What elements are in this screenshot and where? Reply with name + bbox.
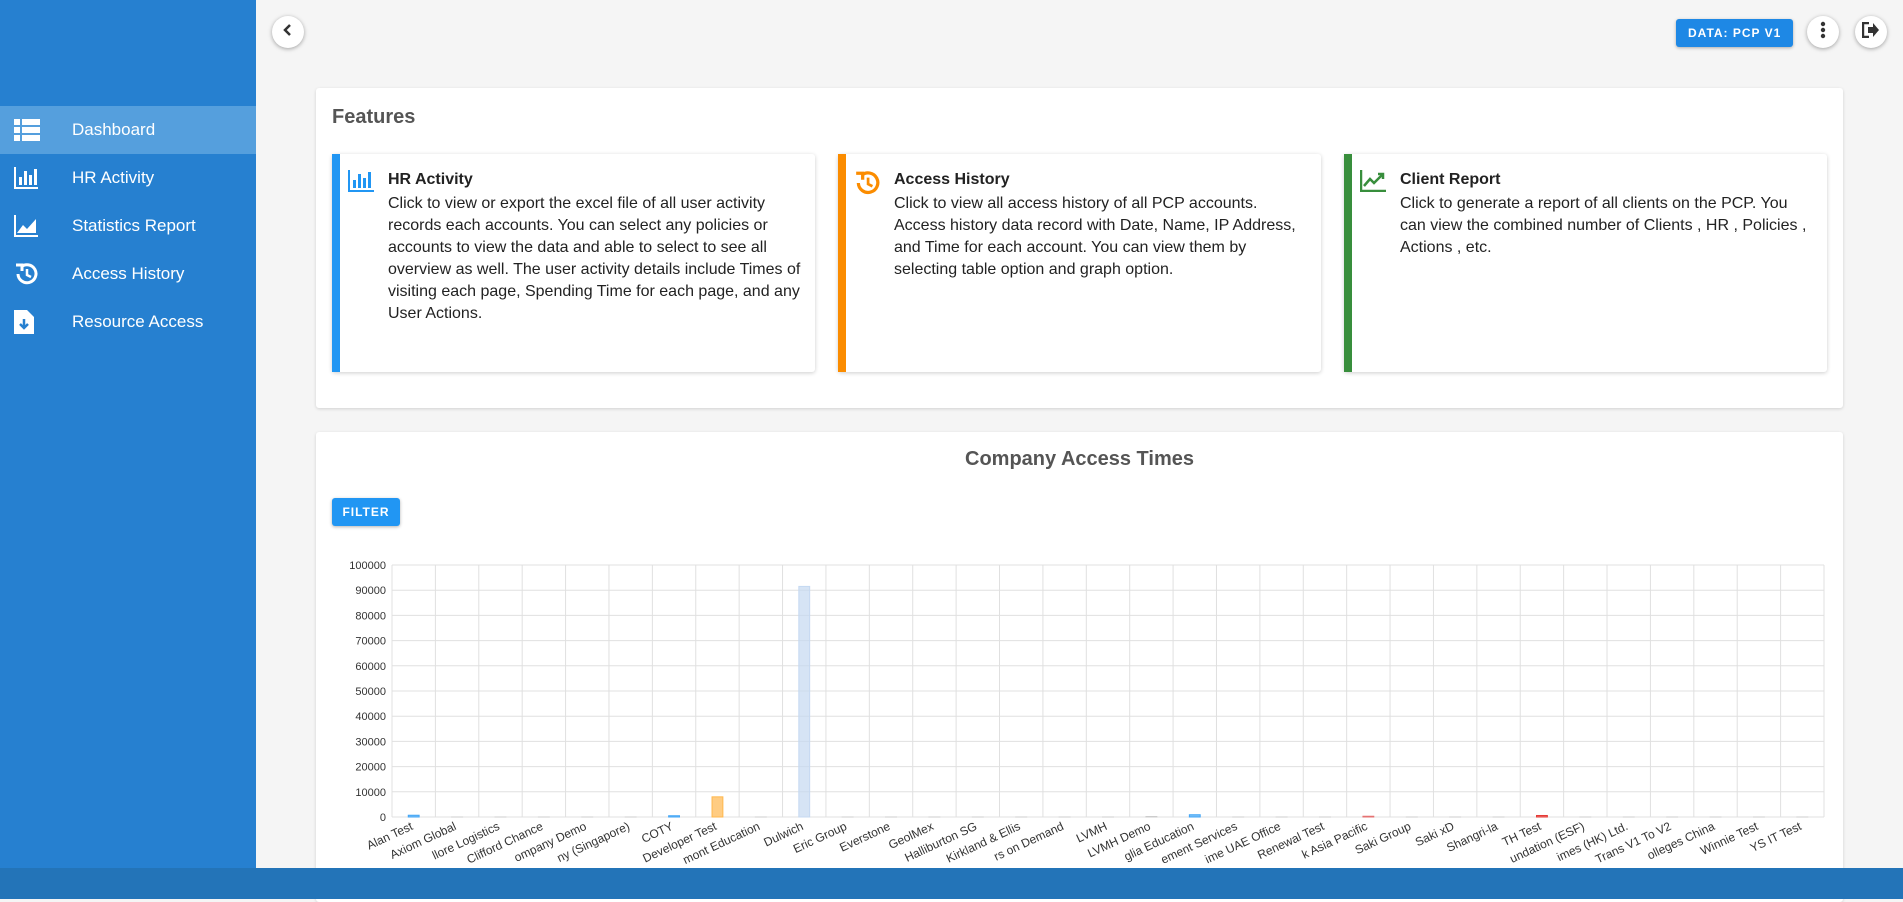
bar [1363,816,1374,817]
y-tick-label: 10000 [355,787,386,799]
area-chart-icon [14,215,46,237]
sidebar-nav: Dashboard HR Activity Statistics Report … [0,106,256,346]
feature-title: HR Activity [388,171,473,189]
features-title: Features [332,106,415,129]
accent-bar [332,154,340,372]
footer-bar [0,868,1903,899]
bar [712,797,723,817]
list-icon [14,119,46,141]
trend-icon [1360,170,1386,197]
feature-description: Click to view all access history of all … [894,193,1309,281]
top-bar [256,0,1903,64]
feature-card-access-history[interactable]: Access History Click to view all access … [838,154,1321,372]
y-tick-label: 60000 [355,661,386,673]
sidebar-item-hr-activity[interactable]: HR Activity [0,154,256,202]
collapse-sidebar-button[interactable] [272,16,304,48]
more-vertical-icon [1820,21,1826,44]
y-tick-label: 30000 [355,736,386,748]
y-tick-label: 100000 [349,560,386,572]
sidebar-item-resource-access[interactable]: Resource Access [0,298,256,346]
bar-chart: 1000009000080000700006000050000400003000… [316,432,1843,902]
sidebar-item-dashboard[interactable]: Dashboard [0,106,256,154]
feature-title: Client Report [1400,171,1500,189]
sidebar-item-label: Access History [72,264,184,284]
bar [669,816,680,817]
feature-description: Click to view or export the excel file o… [388,193,803,325]
data-source-button[interactable]: DATA: PCP V1 [1676,19,1793,47]
history-icon [854,170,880,201]
chart-card: Company Access Times FILTER 100000900008… [316,432,1843,902]
sidebar-item-label: Statistics Report [72,216,196,236]
bar [1146,816,1157,817]
sidebar-item-access-history[interactable]: Access History [0,250,256,298]
y-tick-label: 40000 [355,711,386,723]
y-tick-label: 0 [380,812,386,824]
sidebar-item-label: Resource Access [72,312,203,332]
sidebar-item-label: HR Activity [72,168,154,188]
y-tick-label: 80000 [355,610,386,622]
logout-button[interactable] [1855,16,1887,48]
chevron-left-icon [281,23,295,42]
bar-chart-icon [348,170,374,197]
bar-chart-icon [14,167,46,189]
sidebar-item-statistics-report[interactable]: Statistics Report [0,202,256,250]
features-card: Features HR Activity Click to view or ex… [316,88,1843,408]
y-tick-label: 50000 [355,686,386,698]
feature-card-hr-activity[interactable]: HR Activity Click to view or export the … [332,154,815,372]
logout-icon [1862,22,1880,43]
history-icon [14,262,46,286]
sidebar-item-label: Dashboard [72,120,155,140]
bar [1537,815,1548,817]
sidebar: Dashboard HR Activity Statistics Report … [0,0,256,868]
feature-card-client-report[interactable]: Client Report Click to generate a report… [1344,154,1827,372]
accent-bar [1344,154,1352,372]
feature-description: Click to generate a report of all client… [1400,193,1815,259]
more-menu-button[interactable] [1807,16,1839,48]
bar [1189,815,1200,817]
download-file-icon [14,310,46,334]
bar [799,586,810,817]
y-tick-label: 20000 [355,762,386,774]
y-tick-label: 90000 [355,585,386,597]
feature-title: Access History [894,171,1010,189]
x-tick-label: Everstone [837,819,892,855]
accent-bar [838,154,846,372]
bar [408,815,419,817]
y-tick-label: 70000 [355,636,386,648]
